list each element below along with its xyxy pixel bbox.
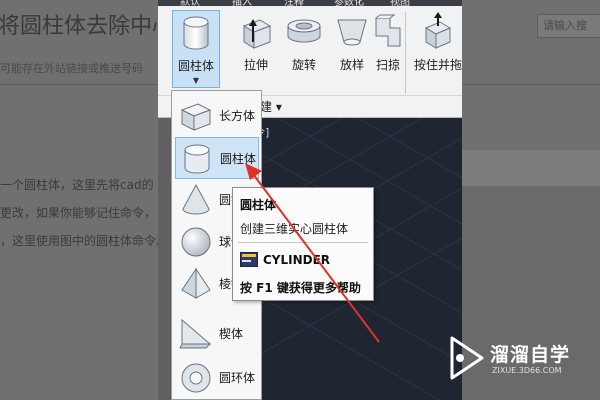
cylinder-icon: [176, 13, 216, 53]
web-tip-text: 可能存在外站链接或推送号码: [0, 62, 143, 75]
cylinder-icon: [179, 141, 215, 177]
tab-parametric[interactable]: 参数化: [334, 0, 374, 6]
chevron-down-icon[interactable]: ▼: [173, 76, 219, 85]
sphere-icon: [178, 224, 214, 260]
cylinder-tool-button[interactable]: 圆柱体 ▼: [172, 10, 220, 88]
cone-icon: [178, 182, 214, 218]
watermark-url: ZIXUE.3D66.COM: [492, 366, 562, 375]
dropdown-item-cylinder[interactable]: 圆柱体: [175, 137, 259, 179]
dropdown-item-label: 圆柱体: [220, 152, 257, 166]
web-side-panel: [460, 150, 600, 188]
tooltip-help-hint: 按 F1 键获得更多帮助: [240, 281, 361, 295]
revolve-icon: [284, 12, 324, 52]
tooltip-title: 圆柱体: [240, 198, 277, 212]
extrude-tool-label: 拉伸: [243, 58, 268, 72]
extrude-icon: [236, 12, 276, 52]
web-paragraph-1: 一个圆柱体，这里先将cad的: [0, 178, 154, 192]
wedge-icon: [178, 316, 214, 352]
dropdown-item-label: 楔体: [219, 327, 244, 341]
tab-annotate[interactable]: 注释: [284, 0, 318, 6]
torus-icon: [178, 360, 214, 396]
web-paragraph-3: ，这里使用图中的圆柱体命令。: [0, 234, 169, 248]
cylinder-tooltip: 圆柱体 创建三维实心圆柱体 CYLINDER 按 F1 键获得更多帮助: [232, 187, 374, 301]
dropdown-item-box[interactable]: 长方体: [175, 95, 259, 137]
tooltip-description: 创建三维实心圆柱体: [240, 222, 349, 236]
watermark-name: 溜溜自学: [490, 344, 571, 366]
dropdown-item-label: 圆环体: [219, 371, 256, 385]
tooltip-command-name: CYLINDER: [263, 253, 331, 267]
ribbon-group-separator: [405, 12, 406, 94]
revolve-tool-button[interactable]: 旋转: [280, 10, 328, 88]
site-watermark: 溜溜自学 ZIXUE.3D66.COM: [446, 334, 571, 382]
presspull-icon: [418, 12, 458, 52]
dropdown-item-wedge[interactable]: 楔体: [175, 313, 259, 355]
sweep-icon: [368, 12, 408, 52]
web-paragraph-2: 更改，如果你能够记住命令，: [0, 206, 157, 220]
play-logo-icon: [446, 334, 486, 382]
web-search-input[interactable]: 请输入搜: [537, 14, 600, 38]
dropdown-item-label: 长方体: [219, 109, 256, 123]
web-article-title: 将圆柱体去除中心: [0, 14, 175, 39]
presspull-tool-button[interactable]: 按住并拖: [414, 10, 462, 88]
tab-view[interactable]: 视图: [390, 0, 430, 6]
presspull-tool-label: 按住并拖: [414, 58, 463, 72]
tooltip-divider: [238, 242, 368, 243]
command-line-icon: [240, 252, 258, 267]
tab-insert[interactable]: 插入: [232, 0, 266, 6]
cylinder-tool-label: 圆柱体: [177, 59, 214, 73]
pyramid-icon: [178, 266, 214, 302]
dropdown-item-torus[interactable]: 圆环体: [175, 357, 259, 399]
extrude-tool-button[interactable]: 拉伸: [232, 10, 280, 88]
tab-default[interactable]: 默认: [180, 0, 214, 6]
box-icon: [178, 98, 214, 134]
revolve-tool-label: 旋转: [291, 58, 316, 72]
